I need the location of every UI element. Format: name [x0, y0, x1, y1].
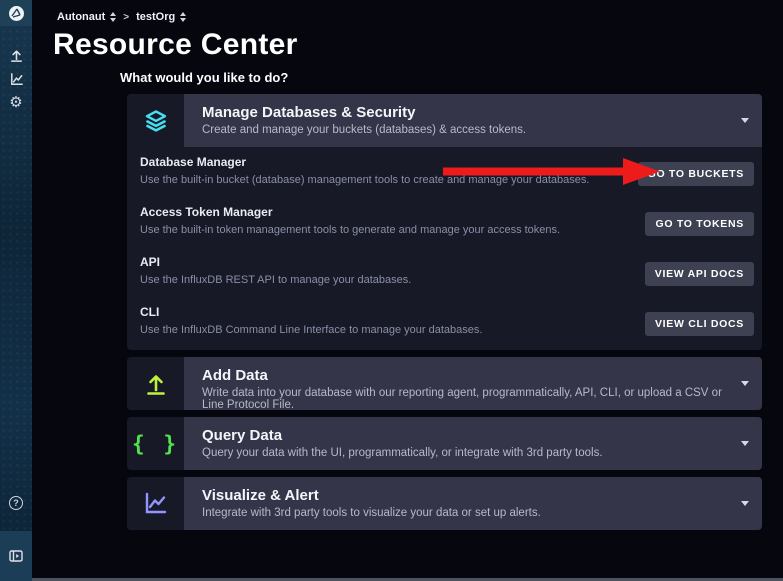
- chevron-down-icon[interactable]: [741, 441, 749, 446]
- resource-cards: Manage Databases & Security Create and m…: [127, 94, 762, 530]
- sidebar: ⚙ ?: [0, 0, 32, 581]
- braces-icon: { }: [132, 433, 179, 455]
- row-subtitle: Use the built-in token management tools …: [140, 224, 642, 236]
- layers-icon: [144, 110, 168, 132]
- card-add-data: Add Data Write data into your database w…: [127, 357, 762, 410]
- upload-icon: [144, 372, 168, 396]
- card-title: Add Data: [202, 367, 732, 384]
- gear-icon: ⚙: [9, 95, 22, 110]
- row-title: API: [140, 255, 642, 269]
- sort-carets-icon: [180, 12, 186, 22]
- sidebar-item-data-explorer[interactable]: [0, 72, 32, 87]
- card-icon-cell: { }: [127, 417, 184, 470]
- card-header-main: Manage Databases & Security Create and m…: [184, 94, 762, 147]
- card-header-main: Add Data Write data into your database w…: [184, 357, 762, 410]
- card-title: Manage Databases & Security: [202, 104, 732, 121]
- row-api: API Use the InfluxDB REST API to manage …: [127, 247, 762, 297]
- help-glyph: ?: [13, 498, 19, 508]
- page-title: Resource Center: [53, 28, 783, 62]
- row-access-token-manager: Access Token Manager Use the built-in to…: [127, 197, 762, 247]
- expand-sidebar-icon: [8, 548, 24, 564]
- row-subtitle: Use the InfluxDB REST API to manage your…: [140, 274, 642, 286]
- row-subtitle: Use the built-in bucket (database) manag…: [140, 174, 642, 186]
- main-content: Autonaut > testOrg Resource Center What …: [32, 0, 783, 581]
- card-subtitle: Create and manage your buckets (database…: [202, 124, 732, 136]
- card-title: Visualize & Alert: [202, 487, 732, 504]
- breadcrumb-account-label: Autonaut: [57, 11, 105, 23]
- sort-carets-icon: [110, 12, 116, 22]
- card-header-manage-databases[interactable]: Manage Databases & Security Create and m…: [127, 94, 762, 147]
- sidebar-item-help[interactable]: ?: [0, 496, 32, 510]
- breadcrumb: Autonaut > testOrg: [32, 0, 783, 26]
- row-database-manager: Database Manager Use the built-in bucket…: [127, 147, 762, 197]
- line-chart-icon: [9, 72, 24, 87]
- card-body: Database Manager Use the built-in bucket…: [127, 147, 762, 350]
- row-cli: CLI Use the InfluxDB Command Line Interf…: [127, 297, 762, 347]
- chevron-down-icon[interactable]: [741, 501, 749, 506]
- sidebar-expand-toggle[interactable]: [0, 531, 32, 581]
- card-icon-cell: [127, 357, 184, 410]
- go-to-tokens-button[interactable]: GO TO TOKENS: [645, 212, 754, 236]
- card-manage-databases-security: Manage Databases & Security Create and m…: [127, 94, 762, 350]
- row-subtitle: Use the InfluxDB Command Line Interface …: [140, 324, 642, 336]
- sidebar-item-settings[interactable]: ⚙: [0, 95, 32, 110]
- influxdb-logo[interactable]: [0, 0, 32, 26]
- row-title: Database Manager: [140, 155, 642, 169]
- card-icon-cell: [127, 477, 184, 530]
- breadcrumb-account-switcher[interactable]: Autonaut: [57, 11, 116, 23]
- sidebar-item-load-data[interactable]: [0, 48, 32, 63]
- card-subtitle: Write data into your database with our r…: [202, 387, 732, 411]
- card-subtitle: Query your data with the UI, programmati…: [202, 447, 732, 459]
- card-header-main: Query Data Query your data with the UI, …: [184, 417, 762, 470]
- row-title: Access Token Manager: [140, 205, 642, 219]
- upload-icon: [9, 48, 24, 63]
- chevron-down-icon[interactable]: [741, 118, 749, 123]
- card-query-data: { } Query Data Query your data with the …: [127, 417, 762, 470]
- page-prompt: What would you like to do?: [120, 70, 783, 85]
- row-title: CLI: [140, 305, 642, 319]
- card-header-visualize-alert[interactable]: Visualize & Alert Integrate with 3rd par…: [127, 477, 762, 530]
- breadcrumb-org-switcher[interactable]: testOrg: [136, 11, 186, 23]
- breadcrumb-org-label: testOrg: [136, 11, 175, 23]
- view-api-docs-button[interactable]: VIEW API DOCS: [645, 262, 754, 286]
- go-to-buckets-button[interactable]: GO TO BUCKETS: [638, 162, 754, 186]
- card-visualize-alert: Visualize & Alert Integrate with 3rd par…: [127, 477, 762, 530]
- card-subtitle: Integrate with 3rd party tools to visual…: [202, 507, 732, 519]
- influxdb-logo-icon: [8, 5, 25, 22]
- card-header-query-data[interactable]: { } Query Data Query your data with the …: [127, 417, 762, 470]
- card-icon-cell: [127, 94, 184, 147]
- view-cli-docs-button[interactable]: VIEW CLI DOCS: [645, 312, 754, 336]
- card-title: Query Data: [202, 427, 732, 444]
- line-chart-icon: [143, 492, 169, 516]
- card-header-main: Visualize & Alert Integrate with 3rd par…: [184, 477, 762, 530]
- help-icon: ?: [9, 496, 23, 510]
- breadcrumb-separator: >: [123, 12, 129, 23]
- card-header-add-data[interactable]: Add Data Write data into your database w…: [127, 357, 762, 410]
- chevron-down-icon[interactable]: [741, 381, 749, 386]
